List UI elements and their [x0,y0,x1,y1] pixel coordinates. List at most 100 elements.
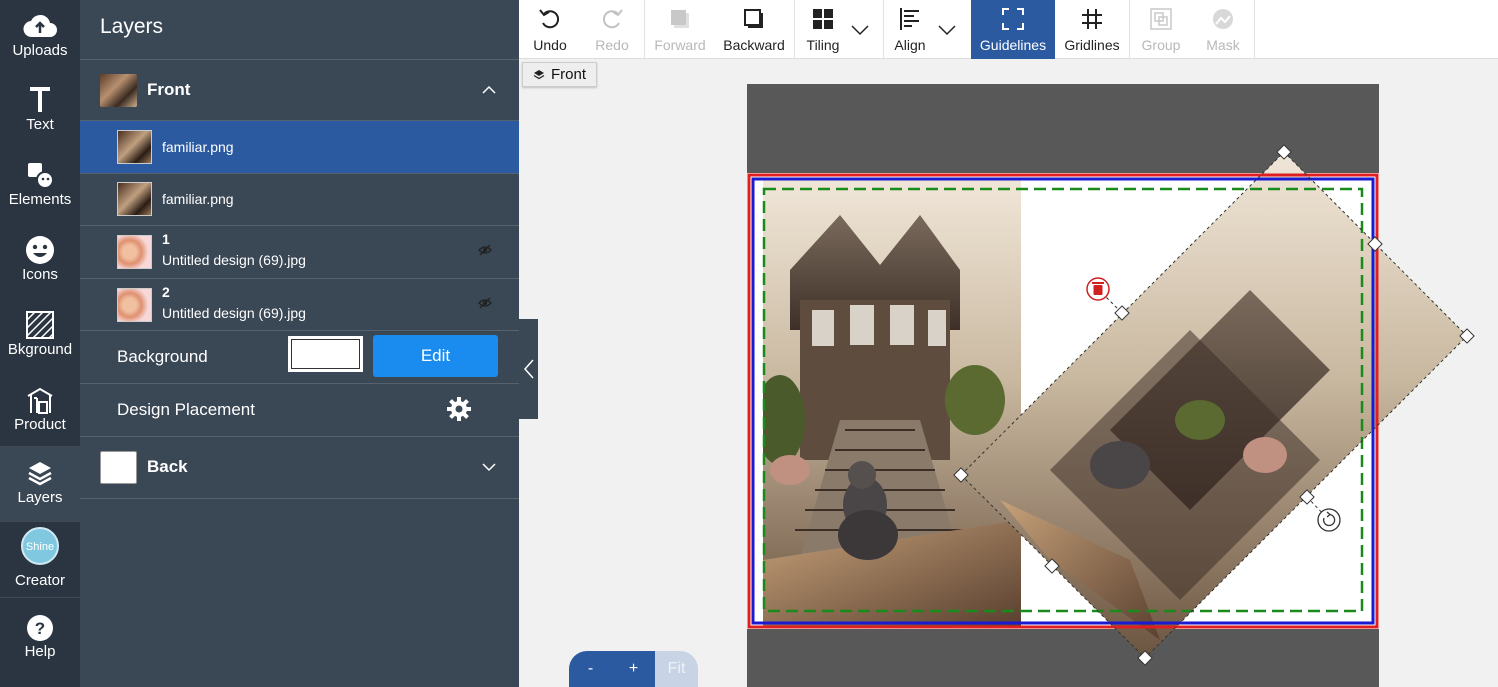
side-tag-front[interactable]: Front [522,62,597,87]
panel-title: Layers [100,15,164,38]
rail-elements[interactable]: Elements [0,149,80,223]
layer-item[interactable]: 2 Untitled design (69).jpg [80,279,519,331]
tool-rail: Uploads Text Elements Icons Bkground Pro… [0,0,80,687]
eye-hidden-icon[interactable] [477,295,493,311]
edit-background-button[interactable]: Edit [373,335,498,377]
align-left-icon [884,6,936,32]
background-label: Background [117,347,208,366]
group-button[interactable]: Group [1130,0,1192,59]
layer-name: Untitled design (69).jpg [162,305,306,321]
layer-item[interactable]: familiar.png [80,121,519,173]
redo-icon [581,6,643,32]
guidelines-corners-icon [971,6,1055,32]
send-backward-icon [715,6,793,32]
chevron-left-icon [523,359,534,379]
tool-label: Forward [654,37,706,53]
rail-creator[interactable]: Shine Creator [0,522,80,596]
tool-label: Redo [595,37,629,53]
elements-shapes-icon [0,159,80,191]
question-circle-icon: ? [0,612,80,644]
gridlines-hash-icon [1055,6,1129,32]
rail-label: Text [26,116,54,133]
design-placement-label: Design Placement [117,400,255,419]
chevron-down-icon [934,17,960,43]
backward-button[interactable]: Backward [715,0,793,59]
layer-number: 2 [162,284,170,300]
mask-icon [1192,6,1254,32]
layer-number: 1 [162,231,170,247]
design-surface[interactable] [747,173,1379,629]
tool-label: Guidelines [979,37,1047,53]
gridlines-button[interactable]: Gridlines [1055,0,1129,59]
chevron-down-icon[interactable] [479,457,499,477]
align-button[interactable]: Align [884,0,936,59]
gear-icon[interactable] [446,396,472,422]
rail-help[interactable]: ? Help [0,598,80,672]
undo-icon [519,6,581,32]
design-placement-row[interactable]: Design Placement [80,384,519,436]
layer-name: Untitled design (69).jpg [162,252,306,268]
svg-text:?: ? [35,619,45,638]
tool-label: Mask [1206,37,1240,53]
group-name: Front [147,80,191,99]
toolbar-divider [1254,0,1255,59]
back-thumbnail [100,451,137,484]
rail-icons[interactable]: Icons [0,224,80,298]
zoom-fit-button[interactable]: Fit [655,651,698,687]
rail-background[interactable]: Bkground [0,299,80,373]
tool-label: Align [894,37,926,53]
layer-thumbnail [117,288,152,322]
zoom-controls: - + Fit [569,651,698,687]
side-tag-label: Front [550,66,586,83]
background-hatch-icon [0,309,80,341]
tiling-dropdown[interactable] [847,0,873,59]
layers-stack-icon [533,69,545,79]
layer-thumbnail [117,130,152,164]
tool-label: Group [1141,37,1181,53]
layer-name: familiar.png [162,139,234,155]
bring-forward-icon [645,6,715,32]
rail-layers[interactable]: Layers [0,447,80,521]
layer-thumbnail [117,235,152,269]
zoom-in-button[interactable]: + [612,651,655,687]
tiling-grid-icon [795,6,851,32]
guidelines-button[interactable]: Guidelines [971,0,1055,59]
tiling-button[interactable]: Tiling [795,0,851,59]
undo-button[interactable]: Undo [519,0,581,59]
eye-hidden-icon[interactable] [477,242,493,258]
zoom-out-button[interactable]: - [569,651,612,687]
rail-label: Creator [14,572,66,589]
collapse-panel-tab[interactable] [519,319,538,419]
rail-label: Uploads [12,42,68,59]
layer-item[interactable]: familiar.png [80,173,519,225]
rail-uploads[interactable]: Uploads [0,0,80,74]
rail-product[interactable]: Product [0,374,80,448]
mask-button[interactable]: Mask [1192,0,1254,59]
front-thumbnail [100,74,137,107]
shine-creator-logo: Shine [0,527,80,565]
layer-group-back[interactable]: Back [80,437,519,495]
align-dropdown[interactable] [934,0,960,59]
smiley-face-icon [0,234,80,266]
layers-panel: Layers Front familiar.png familiar.png 1… [80,0,519,687]
chevron-up-icon[interactable] [479,80,499,100]
background-color-swatch[interactable] [288,336,363,372]
rail-label: Product [14,416,66,433]
rail-text[interactable]: Text [0,74,80,148]
cloud-upload-icon [0,10,80,42]
resize-handle[interactable] [1459,328,1475,344]
chevron-down-icon [847,17,873,43]
product-icon [0,384,80,416]
rail-label: Help [24,643,56,660]
layer-group-front[interactable]: Front [80,60,519,118]
rail-label: Icons [22,266,58,283]
rail-label: Bkground [7,341,73,358]
svg-text:Shine: Shine [26,541,54,553]
top-toolbar: Undo Redo Forward Backward Tiling Align … [519,0,1498,59]
tool-label: Undo [533,37,567,53]
layers-stack-icon [0,457,80,489]
layer-item[interactable]: 1 Untitled design (69).jpg [80,226,519,278]
forward-button[interactable]: Forward [645,0,715,59]
redo-button[interactable]: Redo [581,0,643,59]
group-name: Back [147,457,188,476]
